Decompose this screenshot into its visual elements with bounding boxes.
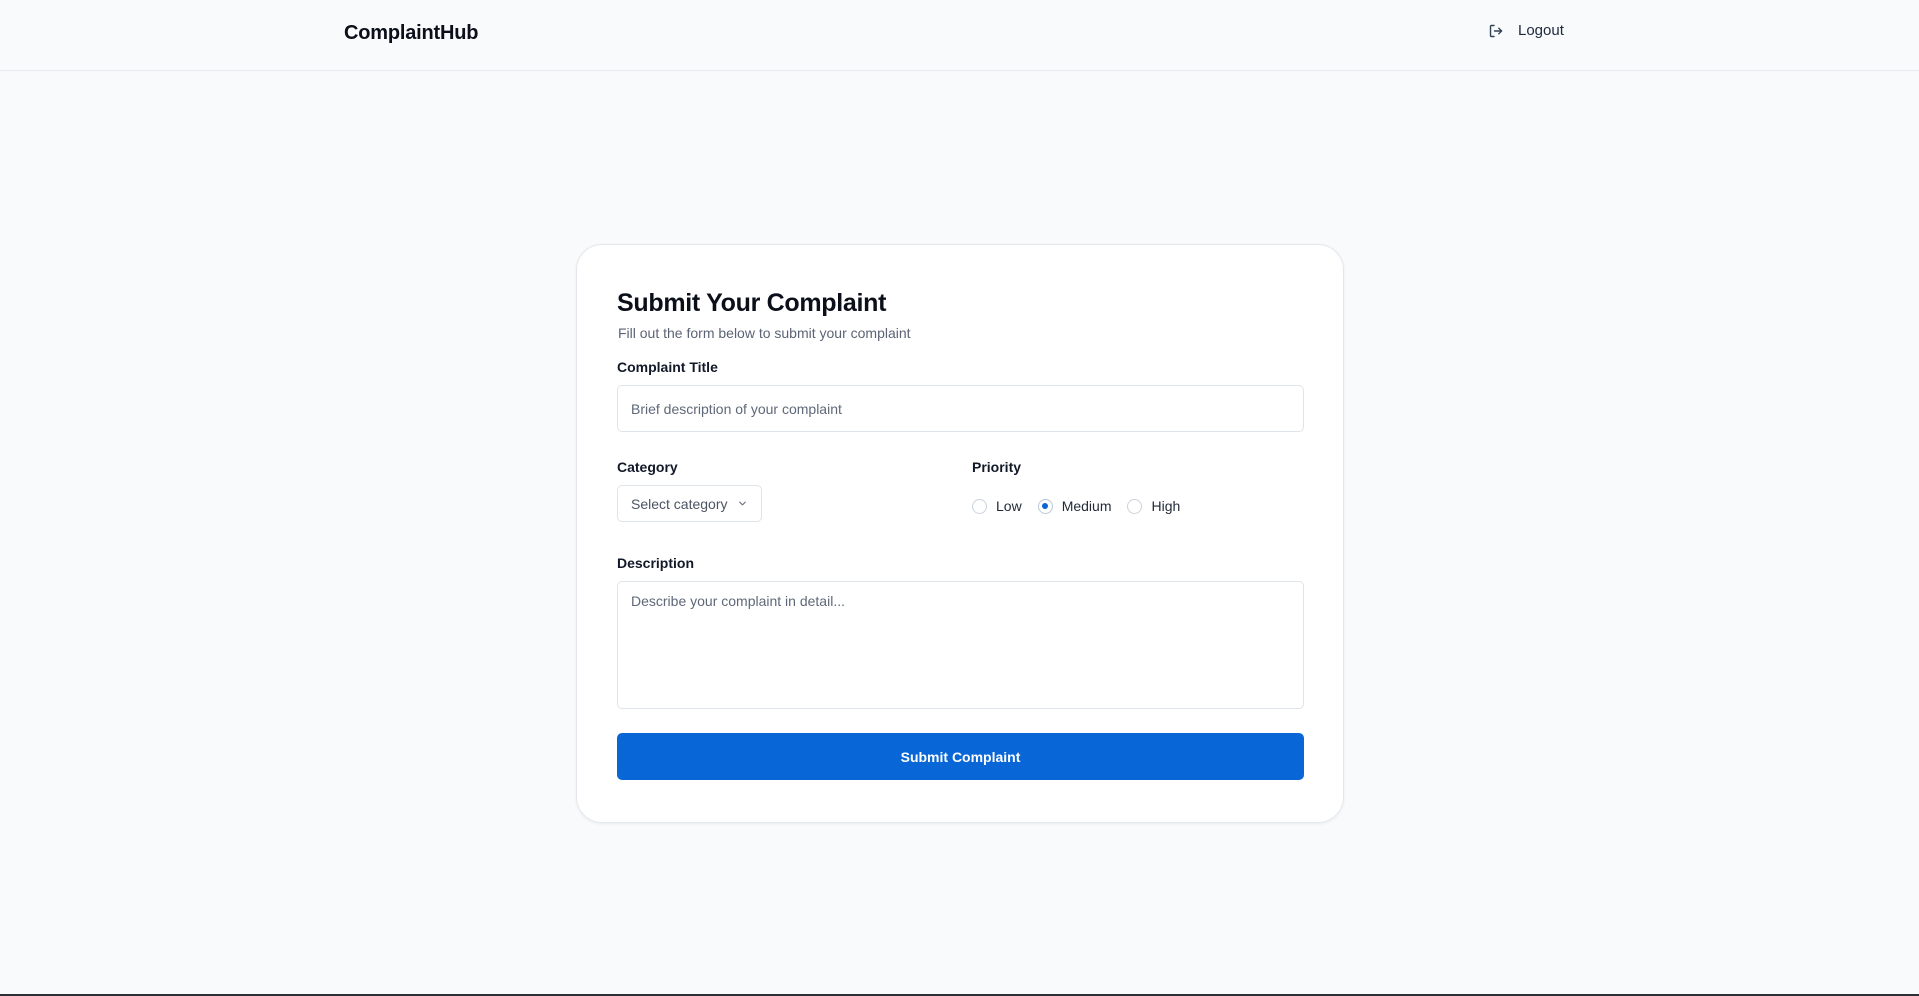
priority-label: Priority <box>972 459 1022 475</box>
radio-button-medium-checked[interactable] <box>1037 498 1053 514</box>
chevron-down-icon <box>737 496 748 512</box>
description-textarea[interactable] <box>617 581 1304 709</box>
priority-radio-group: Low Medium High <box>972 498 1196 514</box>
priority-option-medium[interactable]: Medium <box>1037 498 1112 514</box>
category-label: Category <box>617 459 678 475</box>
priority-option-label: High <box>1151 498 1181 514</box>
description-label: Description <box>617 555 695 571</box>
priority-option-label: Medium <box>1061 498 1112 514</box>
complaint-title-label: Complaint Title <box>617 359 718 375</box>
complaint-title-input[interactable] <box>617 385 1304 432</box>
priority-option-high[interactable]: High <box>1127 498 1180 514</box>
logout-button[interactable]: Logout <box>1488 22 1564 39</box>
priority-option-low[interactable]: Low <box>972 498 1022 514</box>
category-select[interactable]: Select category <box>617 485 762 522</box>
logout-icon <box>1488 23 1504 39</box>
brand-logo-text[interactable]: ComplaintHub <box>344 22 478 45</box>
radio-button-low[interactable] <box>972 498 987 514</box>
category-select-value: Select category <box>631 495 728 512</box>
submit-complaint-button[interactable]: Submit Complaint <box>617 733 1304 780</box>
radio-button-high[interactable] <box>1127 498 1143 514</box>
form-title: Submit Your Complaint <box>617 289 887 317</box>
logout-label: Logout <box>1518 22 1564 39</box>
form-subtitle: Fill out the form below to submit your c… <box>618 325 911 341</box>
complaint-form-card: Submit Your Complaint Fill out the form … <box>576 244 1344 823</box>
priority-option-label: Low <box>996 498 1022 514</box>
top-navigation-bar: ComplaintHub Logout <box>0 0 1919 71</box>
